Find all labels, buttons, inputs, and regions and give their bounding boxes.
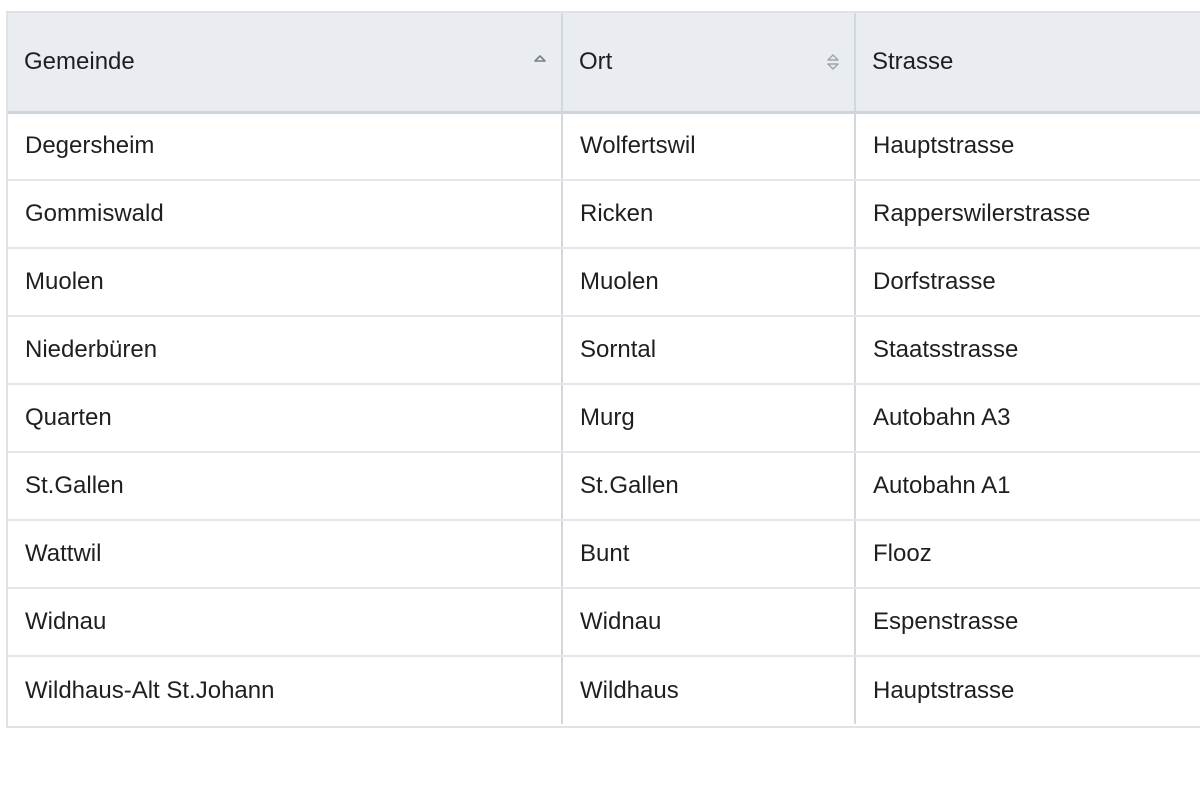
data-table: Gemeinde Ort Strasse Degersheim Wolferts…: [8, 13, 1200, 724]
cell-strasse[interactable]: Staatsstrasse: [855, 316, 1200, 385]
cell-ort[interactable]: Muolen: [562, 248, 856, 317]
cell-ort[interactable]: Bunt: [562, 520, 856, 589]
cell-ort[interactable]: Sorntal: [562, 316, 856, 385]
table-row[interactable]: Quarten Murg Autobahn A3: [8, 384, 1200, 453]
cell-gemeinde[interactable]: Wattwil: [8, 520, 563, 589]
cell-ort[interactable]: St.Gallen: [562, 452, 856, 521]
cell-strasse[interactable]: Dorfstrasse: [855, 248, 1200, 317]
cell-ort[interactable]: Wildhaus: [562, 656, 856, 724]
cell-gemeinde[interactable]: Wildhaus-Alt St.Johann: [8, 656, 563, 724]
table-row[interactable]: Gommiswald Ricken Rapperswilerstrasse: [8, 180, 1200, 249]
cell-gemeinde[interactable]: Widnau: [8, 588, 563, 657]
cell-gemeinde[interactable]: Niederbüren: [8, 316, 563, 385]
cell-strasse[interactable]: Hauptstrasse: [855, 656, 1200, 724]
column-header-label: Strasse: [872, 47, 954, 75]
data-grid: Gemeinde Ort Strasse Degersheim Wolferts…: [6, 11, 1200, 728]
table-header: Gemeinde Ort Strasse: [8, 13, 1200, 114]
cell-gemeinde[interactable]: Degersheim: [8, 112, 563, 181]
sort-both-icon[interactable]: [824, 48, 842, 76]
cell-strasse[interactable]: Rapperswilerstrasse: [855, 180, 1200, 249]
header-row: Gemeinde Ort Strasse: [8, 13, 1200, 114]
column-header-strasse[interactable]: Strasse: [855, 13, 1200, 114]
cell-strasse[interactable]: Flooz: [855, 520, 1200, 589]
table-row[interactable]: Wildhaus-Alt St.Johann Wildhaus Hauptstr…: [8, 656, 1200, 724]
cell-ort[interactable]: Ricken: [562, 180, 856, 249]
table-row[interactable]: Niederbüren Sorntal Staatsstrasse: [8, 316, 1200, 385]
cell-strasse[interactable]: Autobahn A3: [855, 384, 1200, 453]
cell-ort[interactable]: Murg: [562, 384, 856, 453]
cell-strasse[interactable]: Espenstrasse: [855, 588, 1200, 657]
cell-gemeinde[interactable]: Gommiswald: [8, 180, 563, 249]
cell-gemeinde[interactable]: St.Gallen: [8, 452, 563, 521]
sort-ascending-icon[interactable]: [531, 48, 549, 76]
cell-ort[interactable]: Wolfertswil: [562, 112, 856, 181]
column-header-label: Gemeinde: [24, 47, 135, 75]
cell-ort[interactable]: Widnau: [562, 588, 856, 657]
table-row[interactable]: Wattwil Bunt Flooz: [8, 520, 1200, 589]
table-row[interactable]: St.Gallen St.Gallen Autobahn A1: [8, 452, 1200, 521]
table-row[interactable]: Widnau Widnau Espenstrasse: [8, 588, 1200, 657]
cell-strasse[interactable]: Hauptstrasse: [855, 112, 1200, 181]
table-row[interactable]: Muolen Muolen Dorfstrasse: [8, 248, 1200, 317]
cell-gemeinde[interactable]: Quarten: [8, 384, 563, 453]
table-row[interactable]: Degersheim Wolfertswil Hauptstrasse: [8, 112, 1200, 181]
cell-gemeinde[interactable]: Muolen: [8, 248, 563, 317]
table-body: Degersheim Wolfertswil Hauptstrasse Gomm…: [8, 112, 1200, 724]
cell-strasse[interactable]: Autobahn A1: [855, 452, 1200, 521]
column-header-ort[interactable]: Ort: [562, 13, 856, 114]
column-header-gemeinde[interactable]: Gemeinde: [8, 13, 563, 114]
column-header-label: Ort: [579, 47, 613, 75]
